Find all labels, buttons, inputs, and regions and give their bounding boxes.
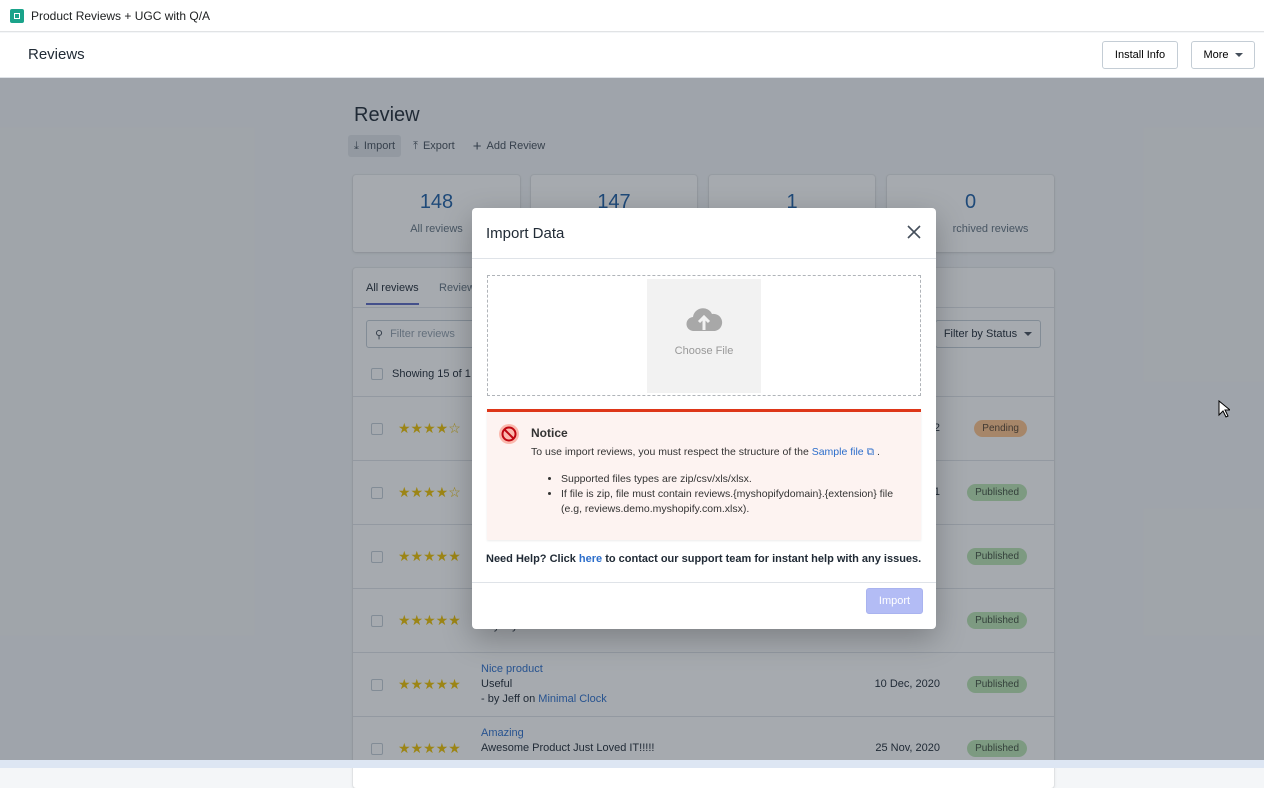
choose-file-label: Choose File xyxy=(674,345,734,357)
notice-text: To use import reviews, you must respect … xyxy=(531,446,880,459)
taskbar xyxy=(0,760,1264,768)
notice-bullet: Supported files types are zip/csv/xls/xl… xyxy=(561,472,901,487)
notice-text-end: . xyxy=(874,446,880,458)
header-title: Reviews xyxy=(28,46,85,63)
more-button[interactable]: More xyxy=(1191,41,1255,69)
help-text: Need Help? Click here to contact our sup… xyxy=(486,553,921,565)
modal-header: Import Data xyxy=(472,208,936,259)
cloud-upload-icon xyxy=(686,308,723,332)
import-button[interactable]: Import xyxy=(866,588,923,614)
notice-list: Supported files types are zip/csv/xls/xl… xyxy=(561,472,901,517)
help-before: Need Help? Click xyxy=(486,553,579,565)
modal-footer-divider xyxy=(472,582,936,583)
app-title: Product Reviews + UGC with Q/A xyxy=(31,8,211,23)
prohibited-icon xyxy=(499,424,519,444)
external-link-icon: ⧉ xyxy=(863,446,875,458)
close-icon[interactable] xyxy=(906,224,922,240)
notice-banner: Notice To use import reviews, you must r… xyxy=(487,409,921,540)
notice-title: Notice xyxy=(531,426,568,440)
page-header: Reviews Install Info More xyxy=(0,33,1264,78)
choose-file-button[interactable]: Choose File xyxy=(647,279,761,393)
more-label: More xyxy=(1203,49,1229,61)
import-data-modal: Import Data Choose File Notice To use im… xyxy=(472,208,936,629)
notice-bullet: If file is zip, file must contain review… xyxy=(561,487,901,517)
mouse-cursor-icon xyxy=(1218,400,1230,418)
app-logo-icon xyxy=(10,8,24,23)
caret-down-icon xyxy=(1234,53,1243,57)
install-info-button[interactable]: Install Info xyxy=(1102,41,1178,69)
app-titlebar: Product Reviews + UGC with Q/A xyxy=(0,0,1264,32)
modal-title: Import Data xyxy=(486,225,565,242)
notice-text-body: To use import reviews, you must respect … xyxy=(531,446,812,458)
help-here-link[interactable]: here xyxy=(579,553,602,565)
file-dropzone[interactable]: Choose File xyxy=(487,275,921,396)
sample-file-link[interactable]: Sample file xyxy=(812,446,864,458)
help-after: to contact our support team for instant … xyxy=(602,553,922,565)
